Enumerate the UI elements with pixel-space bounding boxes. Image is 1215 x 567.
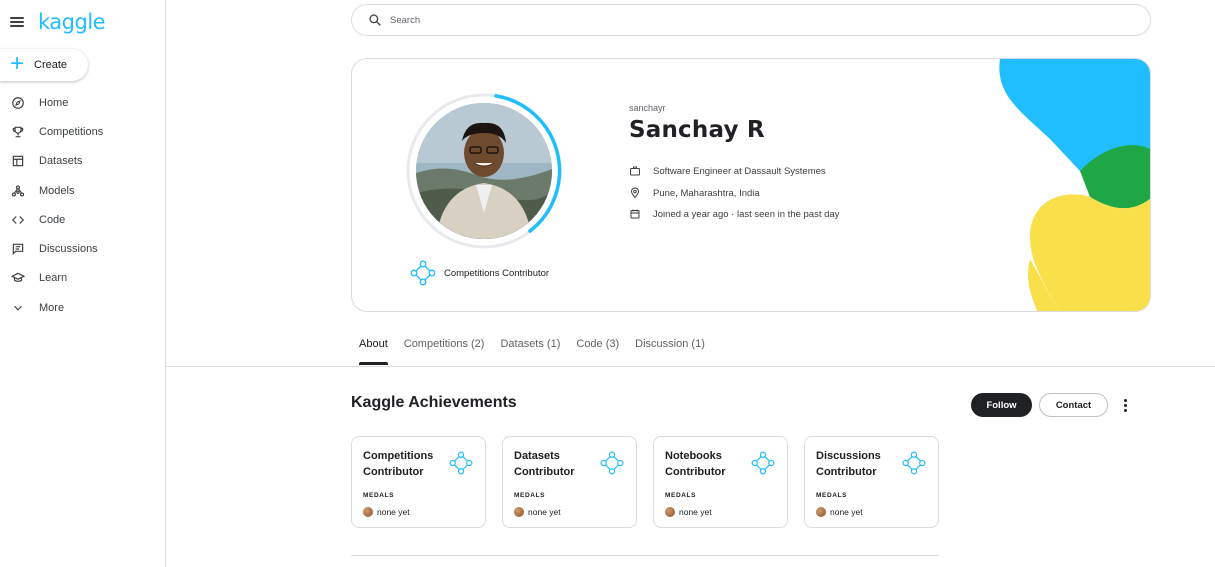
- joined: Joined a year ago · last seen in the pas…: [653, 208, 840, 220]
- achievement-name: Notebooks Contributor: [665, 450, 726, 478]
- avatar[interactable]: [416, 103, 552, 239]
- sidebar-item-label: More: [39, 301, 65, 314]
- location-pin-icon: [630, 187, 640, 199]
- medals-label: MEDALS: [665, 492, 697, 499]
- sidebar-item-datasets[interactable]: Datasets: [0, 147, 166, 176]
- school-icon: [11, 271, 25, 285]
- create-label: Create: [34, 59, 68, 71]
- sidebar-item-learn[interactable]: Learn: [0, 264, 166, 293]
- sidebar-nav: Home Competitions Datasets Models Code D…: [0, 88, 166, 322]
- profile-card: Competitions Contributor sanchayr Sancha…: [351, 58, 1151, 312]
- medals-value-row: none yet: [514, 507, 561, 517]
- bronze-medal-icon: [363, 507, 373, 517]
- search-bar[interactable]: [351, 4, 1151, 36]
- sidebar-item-label: Code: [39, 213, 66, 226]
- location: Pune, Maharashtra, India: [653, 187, 760, 199]
- kaggle-logo[interactable]: kaggle: [38, 10, 106, 34]
- contributor-tier-icon: [902, 451, 926, 475]
- sidebar-header: kaggle: [10, 10, 106, 34]
- bronze-medal-icon: [514, 507, 524, 517]
- username: sanchayr: [629, 103, 666, 113]
- achievement-name: Competitions Contributor: [363, 450, 434, 478]
- display-name: Sanchay R: [629, 117, 765, 143]
- calendar-icon: [630, 209, 640, 219]
- achievement-card-competitions[interactable]: Competitions Contributor MEDALS none yet: [351, 436, 486, 528]
- sidebar: kaggle + Create Home Competitions Datase…: [0, 0, 166, 567]
- models-icon: [11, 184, 25, 198]
- tab-code[interactable]: Code (3): [576, 338, 619, 366]
- decorative-shapes: [999, 59, 1150, 311]
- tab-discussion[interactable]: Discussion (1): [635, 338, 705, 366]
- compass-icon: [11, 96, 25, 110]
- sidebar-item-home[interactable]: Home: [0, 88, 166, 117]
- sidebar-item-discussions[interactable]: Discussions: [0, 234, 166, 263]
- contributor-tier-icon: [410, 260, 436, 286]
- medals-label: MEDALS: [514, 492, 546, 499]
- joined-row: Joined a year ago · last seen in the pas…: [629, 208, 839, 220]
- chevron-down-icon: [11, 301, 25, 315]
- table-icon: [11, 154, 25, 168]
- achievement-card-discussions[interactable]: Discussions Contributor MEDALS none yet: [804, 436, 939, 528]
- tabs-divider: [166, 366, 1215, 367]
- achievements-title: Kaggle Achievements: [351, 394, 517, 411]
- create-button[interactable]: + Create: [0, 49, 88, 81]
- contributor-tier-icon: [600, 451, 624, 475]
- bronze-medal-icon: [665, 507, 675, 517]
- contributor-tier-icon: [449, 451, 473, 475]
- tab-datasets[interactable]: Datasets (1): [500, 338, 560, 366]
- discussion-icon: [11, 242, 25, 256]
- sidebar-item-label: Home: [39, 96, 69, 109]
- medals-value: none yet: [830, 507, 863, 517]
- code-icon: [11, 213, 25, 227]
- sidebar-item-label: Learn: [39, 272, 68, 285]
- sidebar-item-models[interactable]: Models: [0, 176, 166, 205]
- bronze-medal-icon: [816, 507, 826, 517]
- tier-badge: Competitions Contributor: [410, 260, 549, 286]
- briefcase-icon: [630, 166, 640, 176]
- search-input[interactable]: [390, 14, 1090, 26]
- trophy-icon: [11, 125, 25, 139]
- achievement-name: Datasets Contributor: [514, 450, 575, 478]
- profile-tabs: About Competitions (2) Datasets (1) Code…: [359, 338, 721, 366]
- sidebar-item-label: Discussions: [39, 243, 98, 256]
- contact-button[interactable]: Contact: [1039, 393, 1108, 417]
- search-icon: [369, 14, 381, 26]
- section-divider: [351, 555, 939, 556]
- achievement-card-datasets[interactable]: Datasets Contributor MEDALS none yet: [502, 436, 637, 528]
- contributor-tier-icon: [751, 451, 775, 475]
- tab-about[interactable]: About: [359, 338, 388, 366]
- medals-value-row: none yet: [665, 507, 712, 517]
- sidebar-item-more[interactable]: More: [0, 293, 166, 322]
- sidebar-item-label: Competitions: [39, 125, 104, 138]
- medals-value: none yet: [679, 507, 712, 517]
- medals-value-row: none yet: [816, 507, 863, 517]
- medals-label: MEDALS: [816, 492, 848, 499]
- avatar-wrap: [404, 91, 564, 251]
- medals-value: none yet: [528, 507, 561, 517]
- occupation: Software Engineer at Dassault Systemes: [653, 165, 826, 177]
- location-row: Pune, Maharashtra, India: [629, 187, 760, 199]
- medals-label: MEDALS: [363, 492, 395, 499]
- sidebar-item-code[interactable]: Code: [0, 205, 166, 234]
- medals-value-row: none yet: [363, 507, 410, 517]
- achievement-name: Discussions Contributor: [816, 450, 881, 478]
- achievement-card-notebooks[interactable]: Notebooks Contributor MEDALS none yet: [653, 436, 788, 528]
- medals-value: none yet: [377, 507, 410, 517]
- sidebar-item-competitions[interactable]: Competitions: [0, 117, 166, 146]
- menu-icon[interactable]: [10, 17, 24, 27]
- tier-label: Competitions Contributor: [444, 267, 550, 279]
- more-options-icon[interactable]: [1118, 396, 1132, 414]
- sidebar-item-label: Models: [39, 184, 75, 197]
- sidebar-item-label: Datasets: [39, 155, 83, 168]
- follow-button[interactable]: Follow: [971, 393, 1032, 417]
- plus-icon: +: [10, 50, 25, 77]
- occupation-row: Software Engineer at Dassault Systemes: [629, 165, 826, 177]
- tab-competitions[interactable]: Competitions (2): [404, 338, 485, 366]
